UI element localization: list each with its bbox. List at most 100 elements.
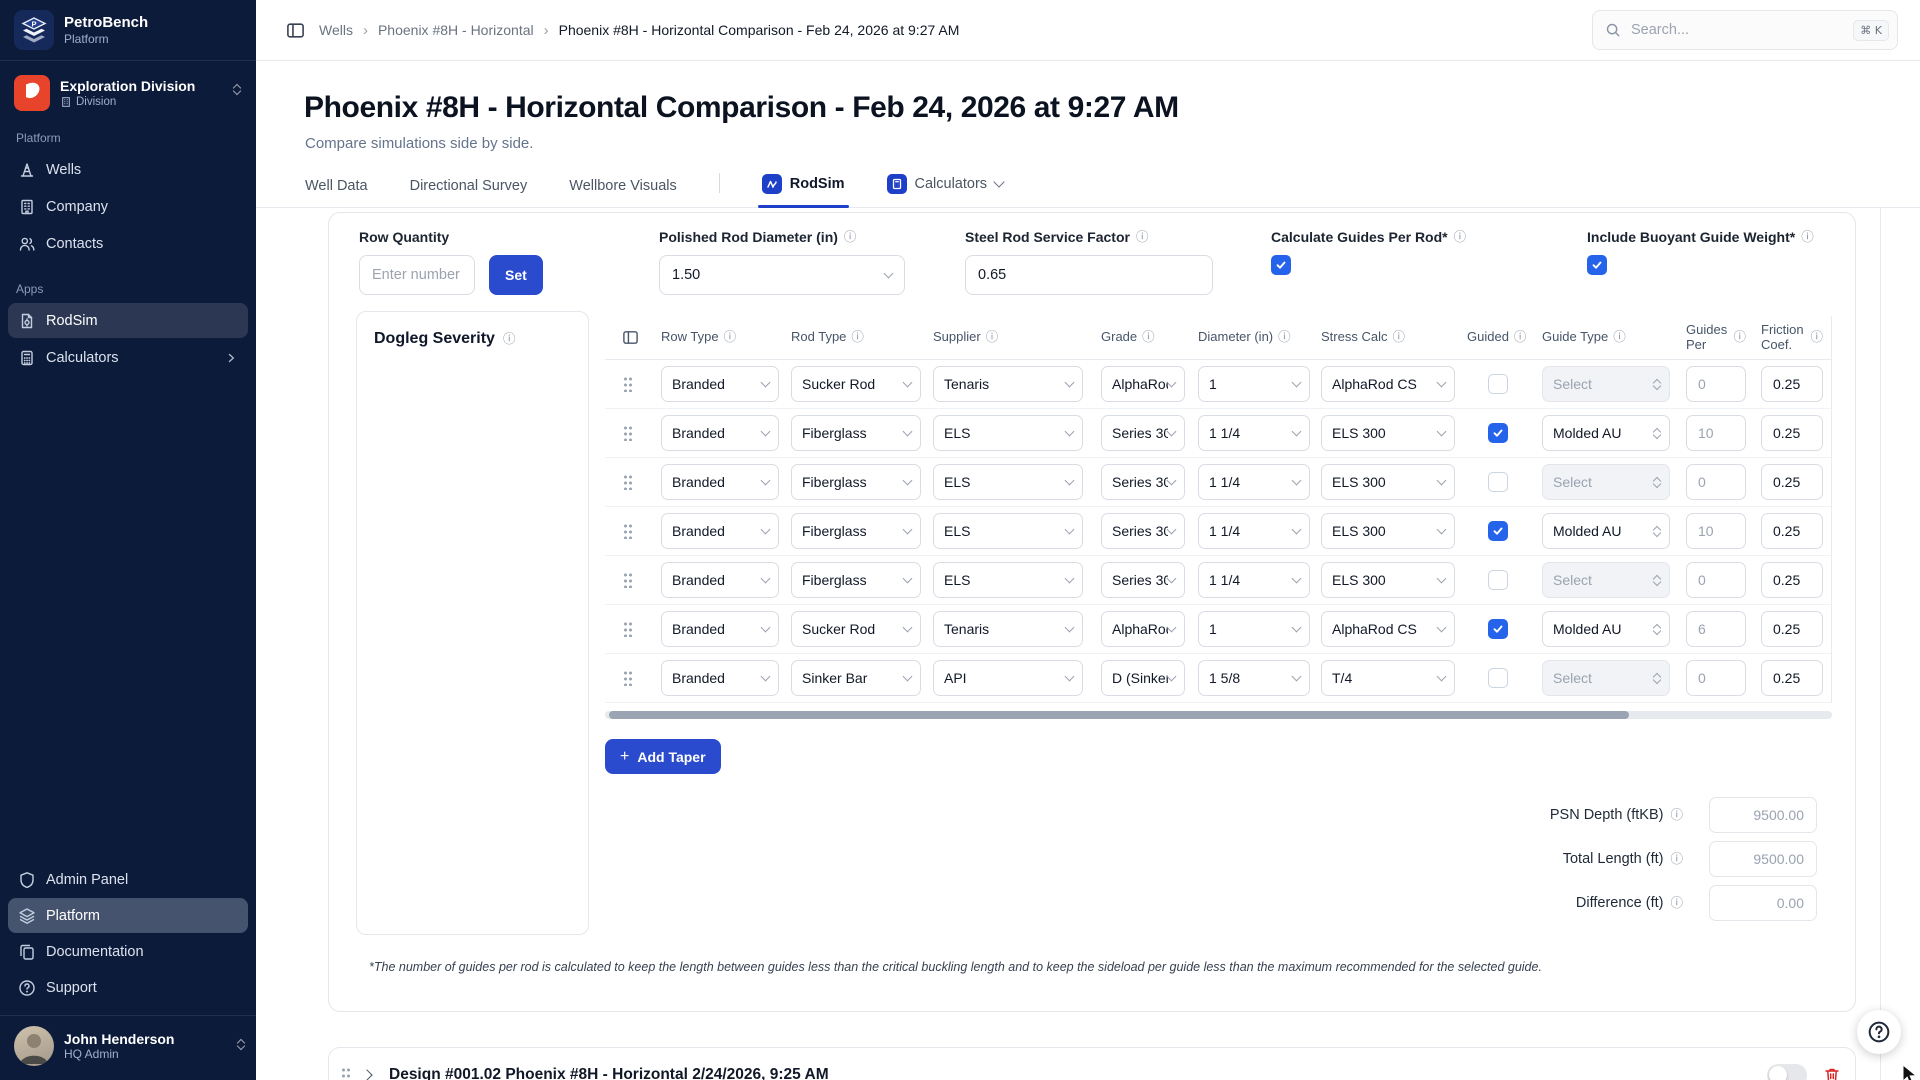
friction-coef-input[interactable]: 0.25 xyxy=(1761,660,1823,696)
set-button[interactable]: Set xyxy=(489,255,543,295)
supplier-select[interactable]: API xyxy=(933,660,1083,696)
guide-type-select[interactable]: Select xyxy=(1542,660,1670,696)
friction-coef-input[interactable]: 0.25 xyxy=(1761,513,1823,549)
guides-per-input[interactable]: 10 xyxy=(1686,513,1746,549)
stress-calc-select[interactable]: ELS 300 xyxy=(1321,415,1455,451)
grade-select[interactable]: Series 300 xyxy=(1101,513,1185,549)
info-icon[interactable]: ⓘ xyxy=(1613,331,1626,344)
supplier-select[interactable]: ELS xyxy=(933,562,1083,598)
tab-wellbore-visuals[interactable]: Wellbore Visuals xyxy=(569,178,676,207)
guide-type-select[interactable]: Molded AU xyxy=(1542,415,1670,451)
guide-type-select[interactable]: Molded AU xyxy=(1542,611,1670,647)
supplier-select[interactable]: ELS xyxy=(933,415,1083,451)
guides-per-input[interactable]: 10 xyxy=(1686,415,1746,451)
trash-icon[interactable] xyxy=(1823,1066,1841,1080)
info-icon[interactable]: ⓘ xyxy=(986,331,999,344)
rod-type-select[interactable]: Fiberglass xyxy=(791,415,921,451)
info-icon[interactable]: ⓘ xyxy=(1454,231,1467,244)
guided-checkbox[interactable] xyxy=(1488,521,1508,541)
psn-depth-input[interactable]: 9500.00 xyxy=(1709,797,1817,833)
info-icon[interactable]: ⓘ xyxy=(1514,331,1527,344)
diameter-select[interactable]: 1 5/8 xyxy=(1198,660,1310,696)
design-toggle[interactable] xyxy=(1767,1064,1807,1080)
friction-coef-input[interactable]: 0.25 xyxy=(1761,366,1823,402)
breadcrumb-item[interactable]: Phoenix #8H - Horizontal xyxy=(378,22,534,38)
sidebar-item-documentation[interactable]: Documentation xyxy=(8,934,248,969)
panel-columns-icon[interactable] xyxy=(622,329,639,346)
guide-type-select[interactable]: Select xyxy=(1542,366,1670,402)
diameter-select[interactable]: 1 xyxy=(1198,611,1310,647)
stress-calc-select[interactable]: T/4 xyxy=(1321,660,1455,696)
supplier-select[interactable]: ELS xyxy=(933,464,1083,500)
guides-per-input[interactable]: 0 xyxy=(1686,464,1746,500)
supplier-select[interactable]: ELS xyxy=(933,513,1083,549)
row-type-select[interactable]: Branded xyxy=(661,660,779,696)
diameter-select[interactable]: 1 1/4 xyxy=(1198,415,1310,451)
rod-type-select[interactable]: Sinker Bar xyxy=(791,660,921,696)
grade-select[interactable]: AlphaRod xyxy=(1101,366,1185,402)
supplier-select[interactable]: Tenaris xyxy=(933,366,1083,402)
diameter-select[interactable]: 1 1/4 xyxy=(1198,513,1310,549)
guided-checkbox[interactable] xyxy=(1488,668,1508,688)
drag-handle-icon[interactable] xyxy=(623,425,633,441)
info-icon[interactable]: ⓘ xyxy=(503,333,516,346)
sidebar-toggle-button[interactable] xyxy=(286,21,305,40)
user-menu[interactable]: John Henderson HQ Admin xyxy=(0,1015,256,1080)
sidebar-item-admin-panel[interactable]: Admin Panel xyxy=(8,862,248,897)
friction-coef-input[interactable]: 0.25 xyxy=(1761,562,1823,598)
guided-checkbox[interactable] xyxy=(1488,374,1508,394)
expand-chevron[interactable] xyxy=(359,1071,375,1079)
friction-coef-input[interactable]: 0.25 xyxy=(1761,611,1823,647)
sidebar-item-wells[interactable]: Wells xyxy=(8,152,248,187)
difference-input[interactable]: 0.00 xyxy=(1709,885,1817,921)
grade-select[interactable]: AlphaRod xyxy=(1101,611,1185,647)
global-search[interactable]: ⌘ K xyxy=(1592,10,1898,50)
drag-handle-icon[interactable] xyxy=(623,523,633,539)
stress-calc-select[interactable]: AlphaRod CS xyxy=(1321,366,1455,402)
diameter-select[interactable]: 1 1/4 xyxy=(1198,464,1310,500)
info-icon[interactable]: ⓘ xyxy=(1670,853,1683,866)
stress-calc-select[interactable]: ELS 300 xyxy=(1321,464,1455,500)
calculate-guides-checkbox[interactable] xyxy=(1271,255,1291,275)
guided-checkbox[interactable] xyxy=(1488,472,1508,492)
guides-per-input[interactable]: 0 xyxy=(1686,660,1746,696)
guide-type-select[interactable]: Select xyxy=(1542,464,1670,500)
sidebar-item-support[interactable]: Support xyxy=(8,970,248,1005)
info-icon[interactable]: ⓘ xyxy=(1810,331,1823,344)
rod-type-select[interactable]: Fiberglass xyxy=(791,464,921,500)
supplier-select[interactable]: Tenaris xyxy=(933,611,1083,647)
rod-type-select[interactable]: Fiberglass xyxy=(791,562,921,598)
service-factor-input[interactable] xyxy=(965,255,1213,295)
row-type-select[interactable]: Branded xyxy=(661,513,779,549)
tab-calculators[interactable]: Calculators xyxy=(887,174,1004,207)
scrollbar-thumb[interactable] xyxy=(609,711,1629,719)
grade-select[interactable]: D (Sinker) xyxy=(1101,660,1185,696)
guide-type-select[interactable]: Molded AU xyxy=(1542,513,1670,549)
guided-checkbox[interactable] xyxy=(1488,619,1508,639)
info-icon[interactable]: ⓘ xyxy=(724,331,737,344)
tab-directional-survey[interactable]: Directional Survey xyxy=(410,178,528,207)
tab-rodsim[interactable]: RodSim xyxy=(762,174,845,207)
help-button[interactable] xyxy=(1857,1010,1901,1054)
grade-select[interactable]: Series 300 xyxy=(1101,415,1185,451)
sidebar-item-platform[interactable]: Platform xyxy=(8,898,248,933)
stress-calc-select[interactable]: AlphaRod CS xyxy=(1321,611,1455,647)
friction-coef-input[interactable]: 0.25 xyxy=(1761,464,1823,500)
guided-checkbox[interactable] xyxy=(1488,423,1508,443)
horizontal-scrollbar[interactable] xyxy=(605,711,1832,719)
info-icon[interactable]: ⓘ xyxy=(1136,231,1149,244)
info-icon[interactable]: ⓘ xyxy=(1670,809,1683,822)
polished-rod-diameter-select[interactable]: 1.50 xyxy=(659,255,905,295)
add-taper-button[interactable]: + Add Taper xyxy=(605,739,721,774)
guides-per-input[interactable]: 0 xyxy=(1686,562,1746,598)
drag-handle-icon[interactable] xyxy=(623,376,633,392)
grade-select[interactable]: Series 300 xyxy=(1101,464,1185,500)
rod-type-select[interactable]: Sucker Rod xyxy=(791,366,921,402)
rod-type-select[interactable]: Fiberglass xyxy=(791,513,921,549)
breadcrumb-item[interactable]: Wells xyxy=(319,22,353,38)
row-type-select[interactable]: Branded xyxy=(661,366,779,402)
friction-coef-input[interactable]: 0.25 xyxy=(1761,415,1823,451)
drag-handle-icon[interactable] xyxy=(623,621,633,637)
buoyant-weight-checkbox[interactable] xyxy=(1587,255,1607,275)
info-icon[interactable]: ⓘ xyxy=(1801,231,1814,244)
